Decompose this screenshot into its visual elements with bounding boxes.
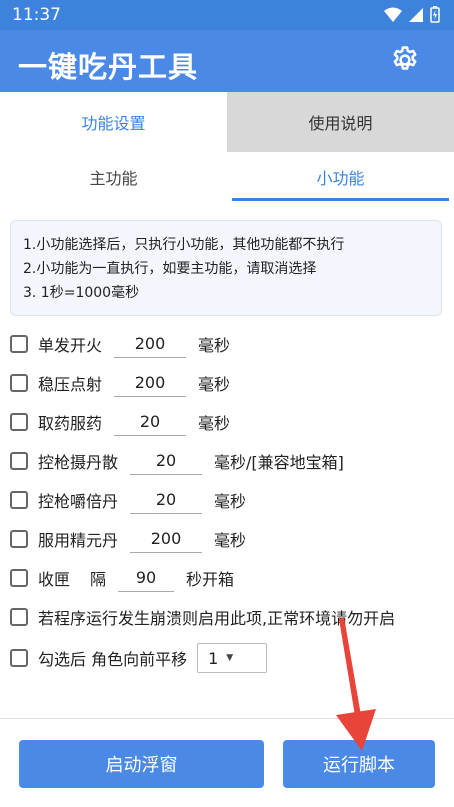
option-label: 单发开火 (38, 336, 103, 355)
notice-line: 2.小功能为一直执行，如要主功能，请取消选择 (23, 261, 317, 277)
interval-input[interactable]: 200 (114, 331, 187, 358)
unit-label: 毫秒/[兼容地宝箱] (214, 453, 344, 472)
interval-input[interactable]: 200 (114, 370, 187, 397)
divider (0, 718, 454, 719)
tab-usage-instructions[interactable]: 使用说明 (227, 92, 454, 152)
notice-line: 1.小功能选择后，只执行小功能，其他功能都不执行 (23, 237, 345, 253)
interval-input[interactable]: 200 (130, 526, 203, 553)
option-label: 服用精元丹 (38, 531, 119, 550)
option-label: 控枪摄丹散 (38, 453, 119, 472)
annotation-arrow-icon (336, 617, 376, 751)
option-label: 若程序运行发生崩溃则启用此项,正常环境请勿开启 (38, 609, 396, 628)
app-title: 一键吃丹工具 (18, 50, 199, 84)
unit-label: 秒开箱 (186, 570, 235, 589)
gear-icon[interactable] (390, 45, 420, 75)
checkbox[interactable] (10, 374, 28, 392)
unit-label: 毫秒 (214, 492, 247, 511)
sub-tabs: 主功能 小功能 (0, 152, 454, 201)
option-label: 收匣 (38, 570, 71, 589)
status-icons (384, 6, 440, 23)
run-script-button[interactable]: 运行脚本 (283, 740, 435, 788)
dropdown-value: 1 (208, 648, 219, 668)
interval-input[interactable]: 20 (114, 409, 187, 436)
option-label: 取药服药 (38, 414, 103, 433)
checkbox[interactable] (10, 530, 28, 548)
option-essence-pill: 服用精元丹 200 毫秒 (10, 522, 246, 556)
wifi-icon (384, 7, 402, 22)
checkbox[interactable] (10, 569, 28, 587)
option-label: 勾选后 角色向前平移 (38, 650, 188, 669)
option-burst-fire: 稳压点射 200 毫秒 (10, 366, 230, 400)
checkbox[interactable] (10, 608, 28, 626)
notice-box: 1.小功能选择后，只执行小功能，其他功能都不执行 2.小功能为一直执行，如要主功… (10, 220, 442, 316)
unit-label: 毫秒 (198, 414, 231, 433)
interval-input[interactable]: 20 (130, 448, 203, 475)
option-label: 稳压点射 (38, 375, 103, 394)
checkbox[interactable] (10, 649, 28, 667)
status-time: 11:37 (12, 5, 61, 25)
checkbox[interactable] (10, 413, 28, 431)
option-prefix: 隔 (90, 570, 107, 589)
unit-label: 毫秒 (198, 336, 231, 355)
move-distance-dropdown[interactable]: 1 ▼ (197, 643, 268, 673)
dropdown-arrow-icon: ▼ (226, 653, 234, 663)
top-tabs: 功能设置 使用说明 (0, 92, 454, 152)
status-bar: 11:37 (0, 0, 454, 30)
interval-input[interactable]: 20 (130, 487, 203, 514)
option-move-forward: 勾选后 角色向前平移 1 ▼ (10, 641, 268, 675)
option-label: 控枪嚼倍丹 (38, 492, 119, 511)
tab-small-function[interactable]: 小功能 (227, 152, 454, 201)
option-recoil-pill-1: 控枪摄丹散 20 毫秒/[兼容地宝箱] (10, 444, 344, 478)
checkbox[interactable] (10, 335, 28, 353)
tab-function-settings[interactable]: 功能设置 (0, 92, 227, 152)
start-float-window-button[interactable]: 启动浮窗 (19, 740, 264, 788)
checkbox[interactable] (10, 491, 28, 509)
checkbox[interactable] (10, 452, 28, 470)
unit-label: 毫秒 (198, 375, 231, 394)
option-take-medicine: 取药服药 20 毫秒 (10, 405, 230, 439)
option-recoil-pill-2: 控枪嚼倍丹 20 毫秒 (10, 483, 246, 517)
option-collect-box: 收匣 隔 90 秒开箱 (10, 561, 234, 595)
signal-icon (409, 7, 423, 22)
tab-main-function[interactable]: 主功能 (0, 152, 227, 201)
option-single-fire: 单发开火 200 毫秒 (10, 327, 230, 361)
unit-label: 毫秒 (214, 531, 247, 550)
interval-input[interactable]: 90 (118, 565, 175, 592)
notice-line: 3. 1秒=1000毫秒 (23, 285, 140, 301)
option-crash-fix: 若程序运行发生崩溃则启用此项,正常环境请勿开启 (10, 600, 395, 634)
battery-icon (430, 6, 440, 23)
app-bar: 一键吃丹工具 (0, 30, 454, 92)
